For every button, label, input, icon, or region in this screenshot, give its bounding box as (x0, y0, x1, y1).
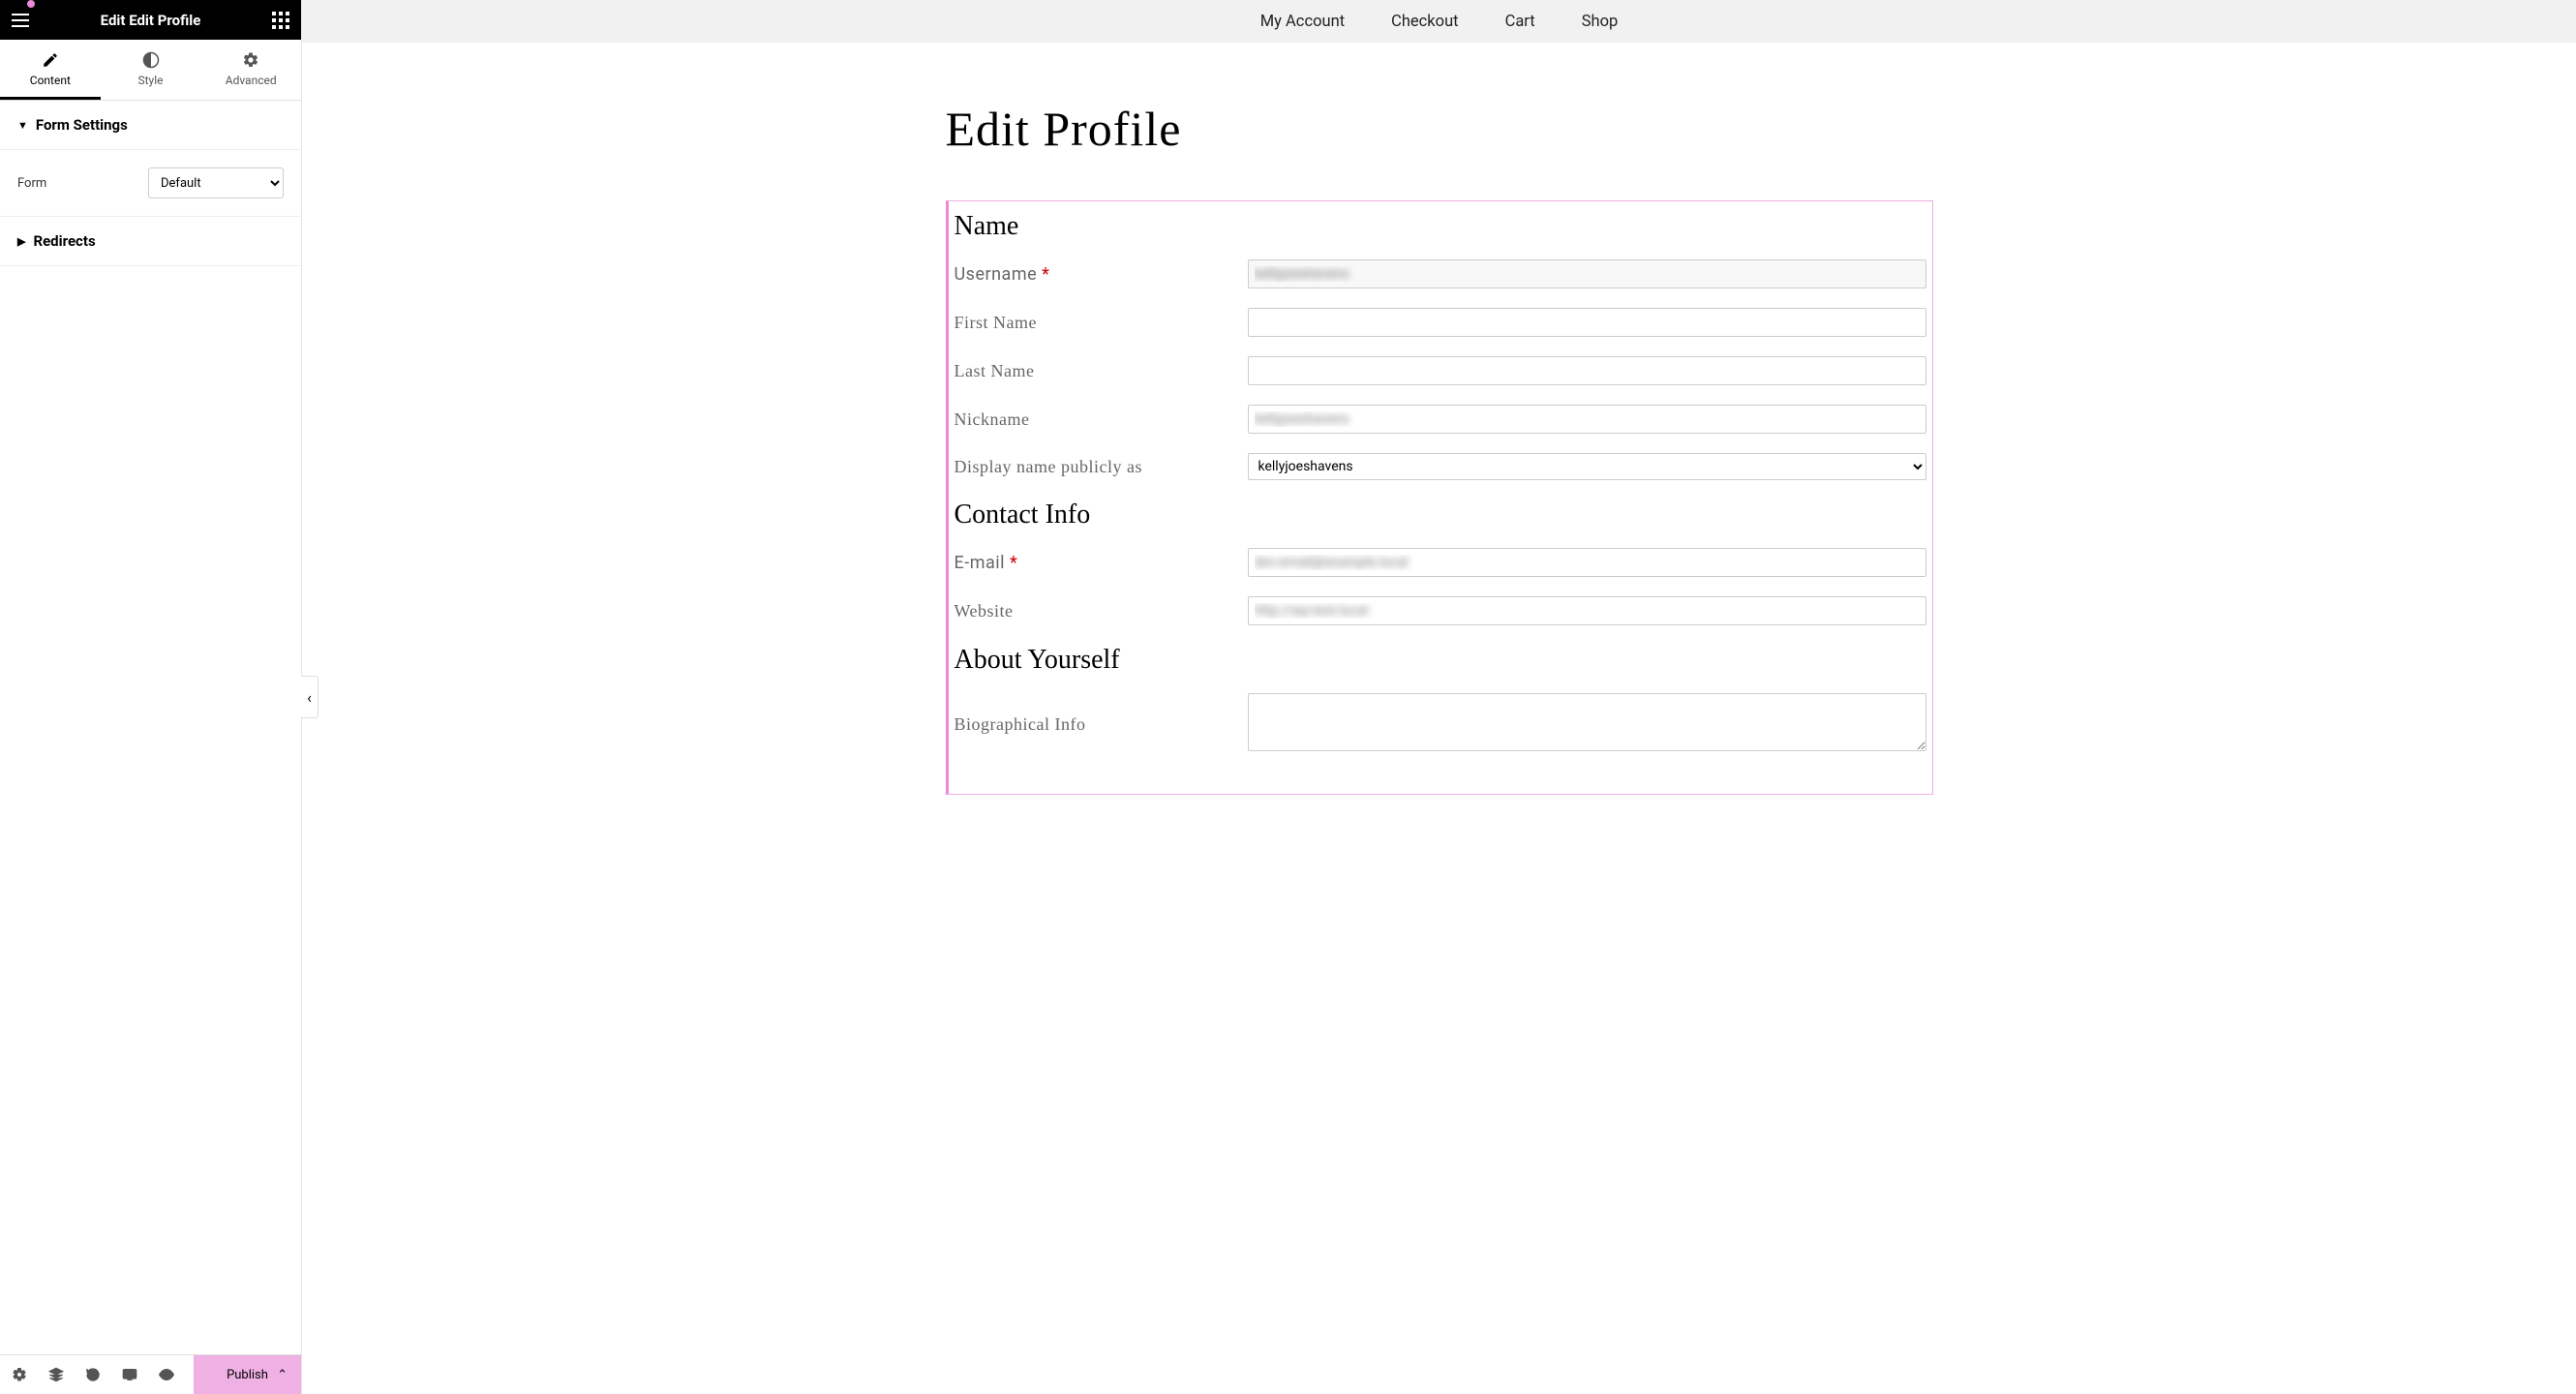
row-display-name: Display name publicly as kellyjoeshavens (955, 453, 1926, 480)
panel-body: ▼ Form Settings Form Default ▶ Redirects (0, 101, 301, 1354)
label-last-name: Last Name (955, 361, 1248, 381)
footer-icons (0, 1367, 194, 1382)
section-form-settings[interactable]: ▼ Form Settings (0, 101, 301, 150)
settings-icon[interactable] (12, 1367, 27, 1382)
label-username: Username * (955, 264, 1248, 285)
label-bio: Biographical Info (955, 714, 1248, 735)
input-username[interactable] (1248, 259, 1926, 288)
apps-icon[interactable] (272, 12, 289, 29)
row-website: Website (955, 596, 1926, 625)
row-first-name: First Name (955, 308, 1926, 337)
tab-style[interactable]: Style (101, 40, 201, 100)
input-last-name[interactable] (1248, 356, 1926, 385)
editor-panel: Edit Edit Profile Content Style Advanced… (0, 0, 302, 1394)
tab-label: Style (138, 74, 164, 87)
row-nickname: Nickname (955, 405, 1926, 434)
row-last-name: Last Name (955, 356, 1926, 385)
form-select[interactable]: Default (148, 167, 284, 198)
control-form: Form Default (17, 167, 284, 198)
nav-checkout[interactable]: Checkout (1391, 13, 1458, 31)
tab-label: Advanced (226, 74, 277, 87)
input-email[interactable] (1248, 548, 1926, 577)
pencil-icon (42, 51, 59, 69)
nav-cart[interactable]: Cart (1505, 13, 1535, 31)
label-email: E-mail * (955, 553, 1248, 573)
tab-content[interactable]: Content (0, 40, 101, 100)
label-nickname: Nickname (955, 409, 1248, 430)
input-first-name[interactable] (1248, 308, 1926, 337)
section-redirects[interactable]: ▶ Redirects (0, 217, 301, 266)
section-label: Form Settings (36, 116, 128, 134)
row-email: E-mail * (955, 548, 1926, 577)
input-website[interactable] (1248, 596, 1926, 625)
row-bio: Biographical Info (955, 693, 1926, 755)
label-display-name: Display name publicly as (955, 457, 1248, 477)
history-icon[interactable] (85, 1367, 101, 1382)
section-about-title: About Yourself (955, 645, 1926, 676)
label-website: Website (955, 601, 1248, 621)
section-name-title: Name (955, 211, 1926, 242)
tab-label: Content (30, 74, 71, 87)
edit-profile-widget[interactable]: Name Username * First Name Last Name Nic… (946, 200, 1933, 795)
page-title: Edit Profile (946, 101, 1933, 157)
panel-tabs: Content Style Advanced (0, 40, 301, 101)
panel-header: Edit Edit Profile (0, 0, 301, 40)
panel-title: Edit Edit Profile (101, 12, 201, 29)
nav-shop[interactable]: Shop (1582, 13, 1619, 31)
collapse-panel-button[interactable]: ‹ (301, 676, 318, 718)
chevron-down-icon: ▼ (17, 119, 28, 132)
unsaved-indicator-icon (27, 0, 35, 8)
input-nickname[interactable] (1248, 405, 1926, 434)
section-form-settings-body: Form Default (0, 150, 301, 217)
panel-footer: Publish ⌃ (0, 1354, 301, 1394)
control-label: Form (17, 176, 46, 191)
select-display-name[interactable]: kellyjoeshavens (1248, 453, 1926, 480)
chevron-left-icon: ‹ (307, 688, 312, 707)
publish-button[interactable]: Publish ⌃ (194, 1355, 301, 1394)
nav-my-account[interactable]: My Account (1260, 13, 1345, 31)
section-contact-title: Contact Info (955, 500, 1926, 530)
tab-advanced[interactable]: Advanced (200, 40, 301, 100)
page-content: Edit Profile Name Username * First Name … (926, 43, 1953, 833)
menu-icon[interactable] (12, 14, 29, 27)
textarea-bio[interactable] (1248, 693, 1926, 751)
contrast-icon (142, 51, 160, 69)
responsive-icon[interactable] (122, 1367, 137, 1382)
preview-icon[interactable] (159, 1367, 174, 1382)
site-top-nav: My Account Checkout Cart Shop (302, 0, 2576, 43)
chevron-right-icon: ▶ (17, 235, 25, 248)
label-first-name: First Name (955, 313, 1248, 333)
section-label: Redirects (33, 232, 95, 250)
canvas: My Account Checkout Cart Shop Edit Profi… (302, 0, 2576, 1394)
navigator-icon[interactable] (48, 1367, 64, 1382)
gear-icon (242, 51, 259, 69)
publish-label: Publish (227, 1368, 268, 1382)
chevron-up-icon[interactable]: ⌃ (277, 1368, 288, 1382)
row-username: Username * (955, 259, 1926, 288)
